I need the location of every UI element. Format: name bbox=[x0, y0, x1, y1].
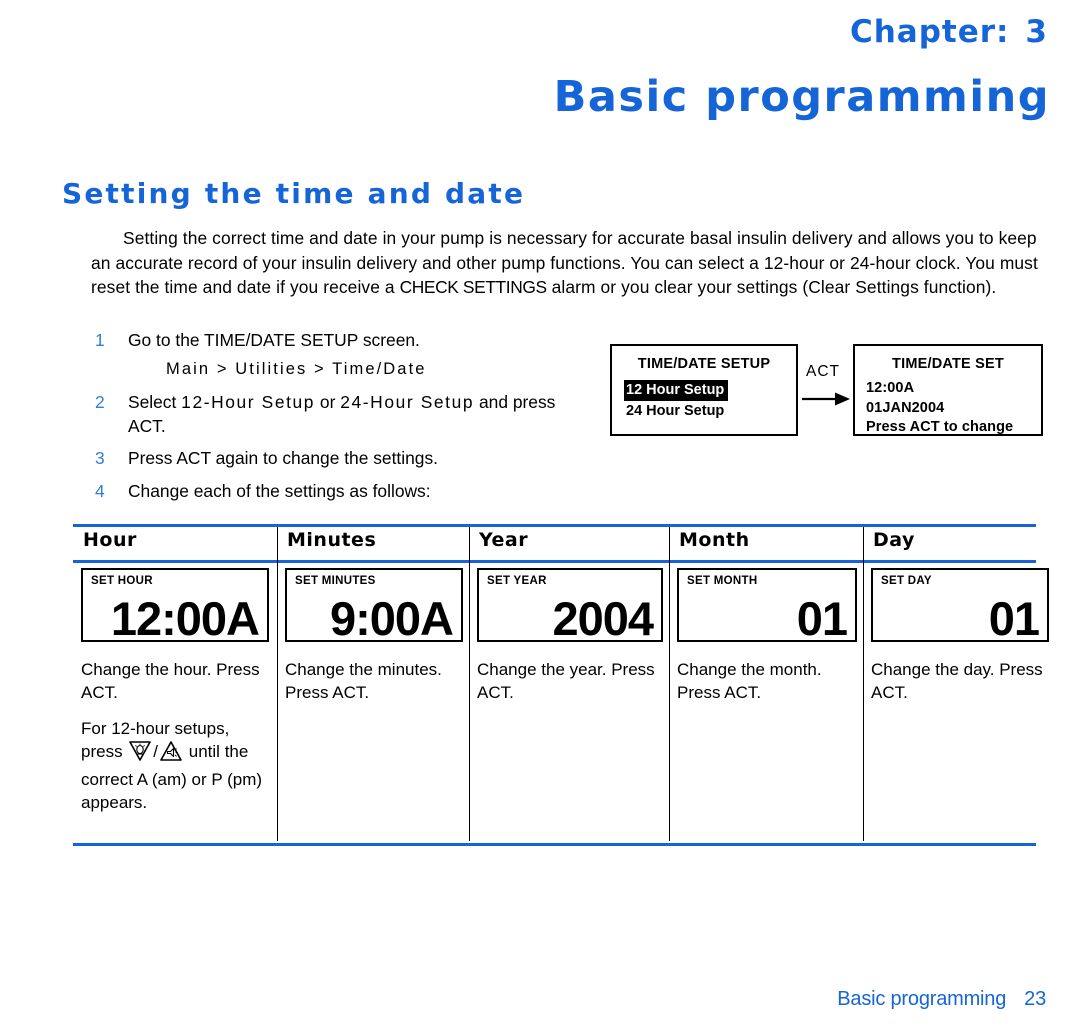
menu-item-24-hour-setup[interactable]: 24 Hour Setup bbox=[624, 401, 728, 422]
screen-label: SET DAY bbox=[881, 575, 932, 587]
pump-screen-date-value: 01JAN2004 bbox=[866, 399, 945, 416]
down-triangle-icon bbox=[128, 740, 152, 768]
page-footer: Basic programming 23 bbox=[837, 988, 1046, 1011]
chapter-label: Chapter: bbox=[849, 14, 1010, 50]
cell-text-after-buttons: until bbox=[184, 742, 220, 761]
cell-paragraph: Change the year. Press ACT. bbox=[477, 660, 655, 702]
up-triangle-icon bbox=[159, 740, 183, 768]
table-cell-hour: SET HOUR 12:00A Change the hour. Press A… bbox=[81, 563, 269, 814]
table-column-divider bbox=[277, 527, 278, 841]
step-item: 2 Select 12-Hour Setup or 24-Hour Setup … bbox=[91, 391, 591, 438]
page-title: Basic programming bbox=[553, 72, 1050, 122]
button-separator: / bbox=[153, 742, 159, 761]
step-text-mid: or bbox=[315, 392, 341, 412]
table-column-divider bbox=[863, 527, 864, 841]
table-header-minutes: Minutes bbox=[287, 529, 377, 551]
pump-screen-title: TIME/DATE SET bbox=[892, 356, 1004, 372]
pump-screen-set-month: SET MONTH 01 bbox=[677, 568, 857, 642]
menu-item-12-hour-setup[interactable]: 12 Hour Setup bbox=[624, 380, 729, 401]
step-text: Go to the TIME/DATE SETUP screen. bbox=[128, 330, 420, 350]
option-12-hour-setup: 12-Hour Setup bbox=[181, 392, 316, 412]
screen-label: SET YEAR bbox=[487, 575, 547, 587]
pump-screen-time-value: 12:00A bbox=[866, 380, 915, 396]
step-item: 1 Go to the TIME/DATE SETUP screen. Main… bbox=[91, 329, 591, 381]
table-header-month: Month bbox=[679, 529, 750, 551]
table-cell-month: SET MONTH 01 Change the month. Press ACT… bbox=[677, 563, 857, 704]
cell-description: Change the minutes. Press ACT. bbox=[285, 658, 463, 704]
table-header-year: Year bbox=[479, 529, 529, 551]
step-navigation-path: Main > Utilities > Time/Date bbox=[166, 359, 427, 378]
chapter-number: 3 bbox=[1025, 14, 1048, 50]
screen-label: SET MONTH bbox=[687, 575, 758, 587]
pump-screen-set-year: SET YEAR 2004 bbox=[477, 568, 663, 642]
screen-value: 01 bbox=[796, 592, 848, 645]
intro-text-part2: alarm or you clear your settings (Clear … bbox=[546, 277, 997, 297]
pump-screen-lines: 12:00A 01JAN2004 Press ACT to change bbox=[855, 379, 1041, 438]
footer-page-number: 23 bbox=[1024, 988, 1046, 1010]
pump-screen-time-date-setup: TIME/DATE SETUP 12 Hour Setup 24 Hour Se… bbox=[610, 344, 798, 436]
pump-screen-instruction: Press ACT to change bbox=[866, 419, 1014, 435]
cell-description: Change the month. Press ACT. bbox=[677, 658, 857, 704]
cell-description: Change the hour. Press ACT. For 12-hour … bbox=[81, 658, 269, 814]
screen-value: 12:00A bbox=[110, 592, 260, 645]
right-arrow-icon bbox=[802, 392, 850, 406]
table-column-divider bbox=[469, 527, 470, 841]
table-header-day: Day bbox=[873, 529, 915, 551]
screen-label: SET HOUR bbox=[91, 575, 153, 587]
step-number: 4 bbox=[95, 480, 105, 501]
step-text: Change each of the settings as follows: bbox=[128, 480, 431, 501]
table-cell-minutes: SET MINUTES 9:00A Change the minutes. Pr… bbox=[285, 563, 463, 704]
option-24-hour-setup: 24-Hour Setup bbox=[340, 392, 475, 412]
act-button-label: ACT bbox=[806, 363, 840, 380]
screen-value: 01 bbox=[988, 592, 1040, 645]
step-item: 3 Press ACT again to change the settings… bbox=[91, 447, 591, 471]
settings-table: Hour Minutes Year Month Day SET HOUR 12:… bbox=[73, 524, 1049, 846]
table-column-divider bbox=[669, 527, 670, 841]
pump-screen-set-day: SET DAY 01 bbox=[871, 568, 1049, 642]
step-item: 4 Change each of the settings as follows… bbox=[91, 480, 591, 504]
cell-description: Change the day. Press ACT. bbox=[871, 658, 1049, 704]
pump-screen-time-date-set: TIME/DATE SET 12:00A 01JAN2004 Press ACT… bbox=[853, 344, 1043, 436]
step-text: Press ACT again to change the settings. bbox=[128, 448, 438, 468]
cell-paragraph-buttons: For 12-hour setups, press / until the co… bbox=[81, 717, 269, 814]
step-number: 2 bbox=[95, 392, 105, 412]
pump-screen-menu: 12 Hour Setup 24 Hour Setup bbox=[612, 380, 796, 422]
table-header-hour: Hour bbox=[83, 529, 137, 551]
pump-screen-set-hour: SET HOUR 12:00A bbox=[81, 568, 269, 642]
pump-screen-title: TIME/DATE SETUP bbox=[637, 356, 771, 372]
cell-paragraph: Change the minutes. Press ACT. bbox=[285, 660, 442, 702]
table-cell-year: SET YEAR 2004 Change the year. Press ACT… bbox=[477, 563, 663, 704]
chapter-line: Chapter: 3 bbox=[850, 14, 1048, 50]
alarm-name: CHECK SETTINGS bbox=[399, 277, 547, 297]
cell-paragraph: Change the hour. Press ACT. bbox=[81, 660, 260, 702]
step-number: 1 bbox=[95, 330, 105, 350]
screen-value: 2004 bbox=[552, 592, 654, 645]
screen-value: 9:00A bbox=[329, 592, 454, 645]
steps-list: 1 Go to the TIME/DATE SETUP screen. Main… bbox=[91, 329, 591, 510]
table-rule-top bbox=[73, 524, 1036, 527]
cell-paragraph: Change the month. Press ACT. bbox=[677, 660, 822, 702]
pump-screen-set-minutes: SET MINUTES 9:00A bbox=[285, 568, 463, 642]
intro-paragraph: Setting the correct time and date in you… bbox=[91, 226, 1046, 300]
step-text-pre: Select bbox=[128, 392, 182, 412]
step-number: 3 bbox=[95, 448, 105, 468]
table-rule-bottom bbox=[73, 843, 1036, 846]
cell-paragraph: Change the day. Press ACT. bbox=[871, 660, 1043, 702]
cell-description: Change the year. Press ACT. bbox=[477, 658, 663, 704]
table-cell-day: SET DAY 01 Change the day. Press ACT. bbox=[871, 563, 1049, 704]
section-heading: Setting the time and date bbox=[62, 177, 526, 210]
screen-label: SET MINUTES bbox=[295, 575, 376, 587]
footer-chapter-name: Basic programming bbox=[837, 988, 1007, 1010]
